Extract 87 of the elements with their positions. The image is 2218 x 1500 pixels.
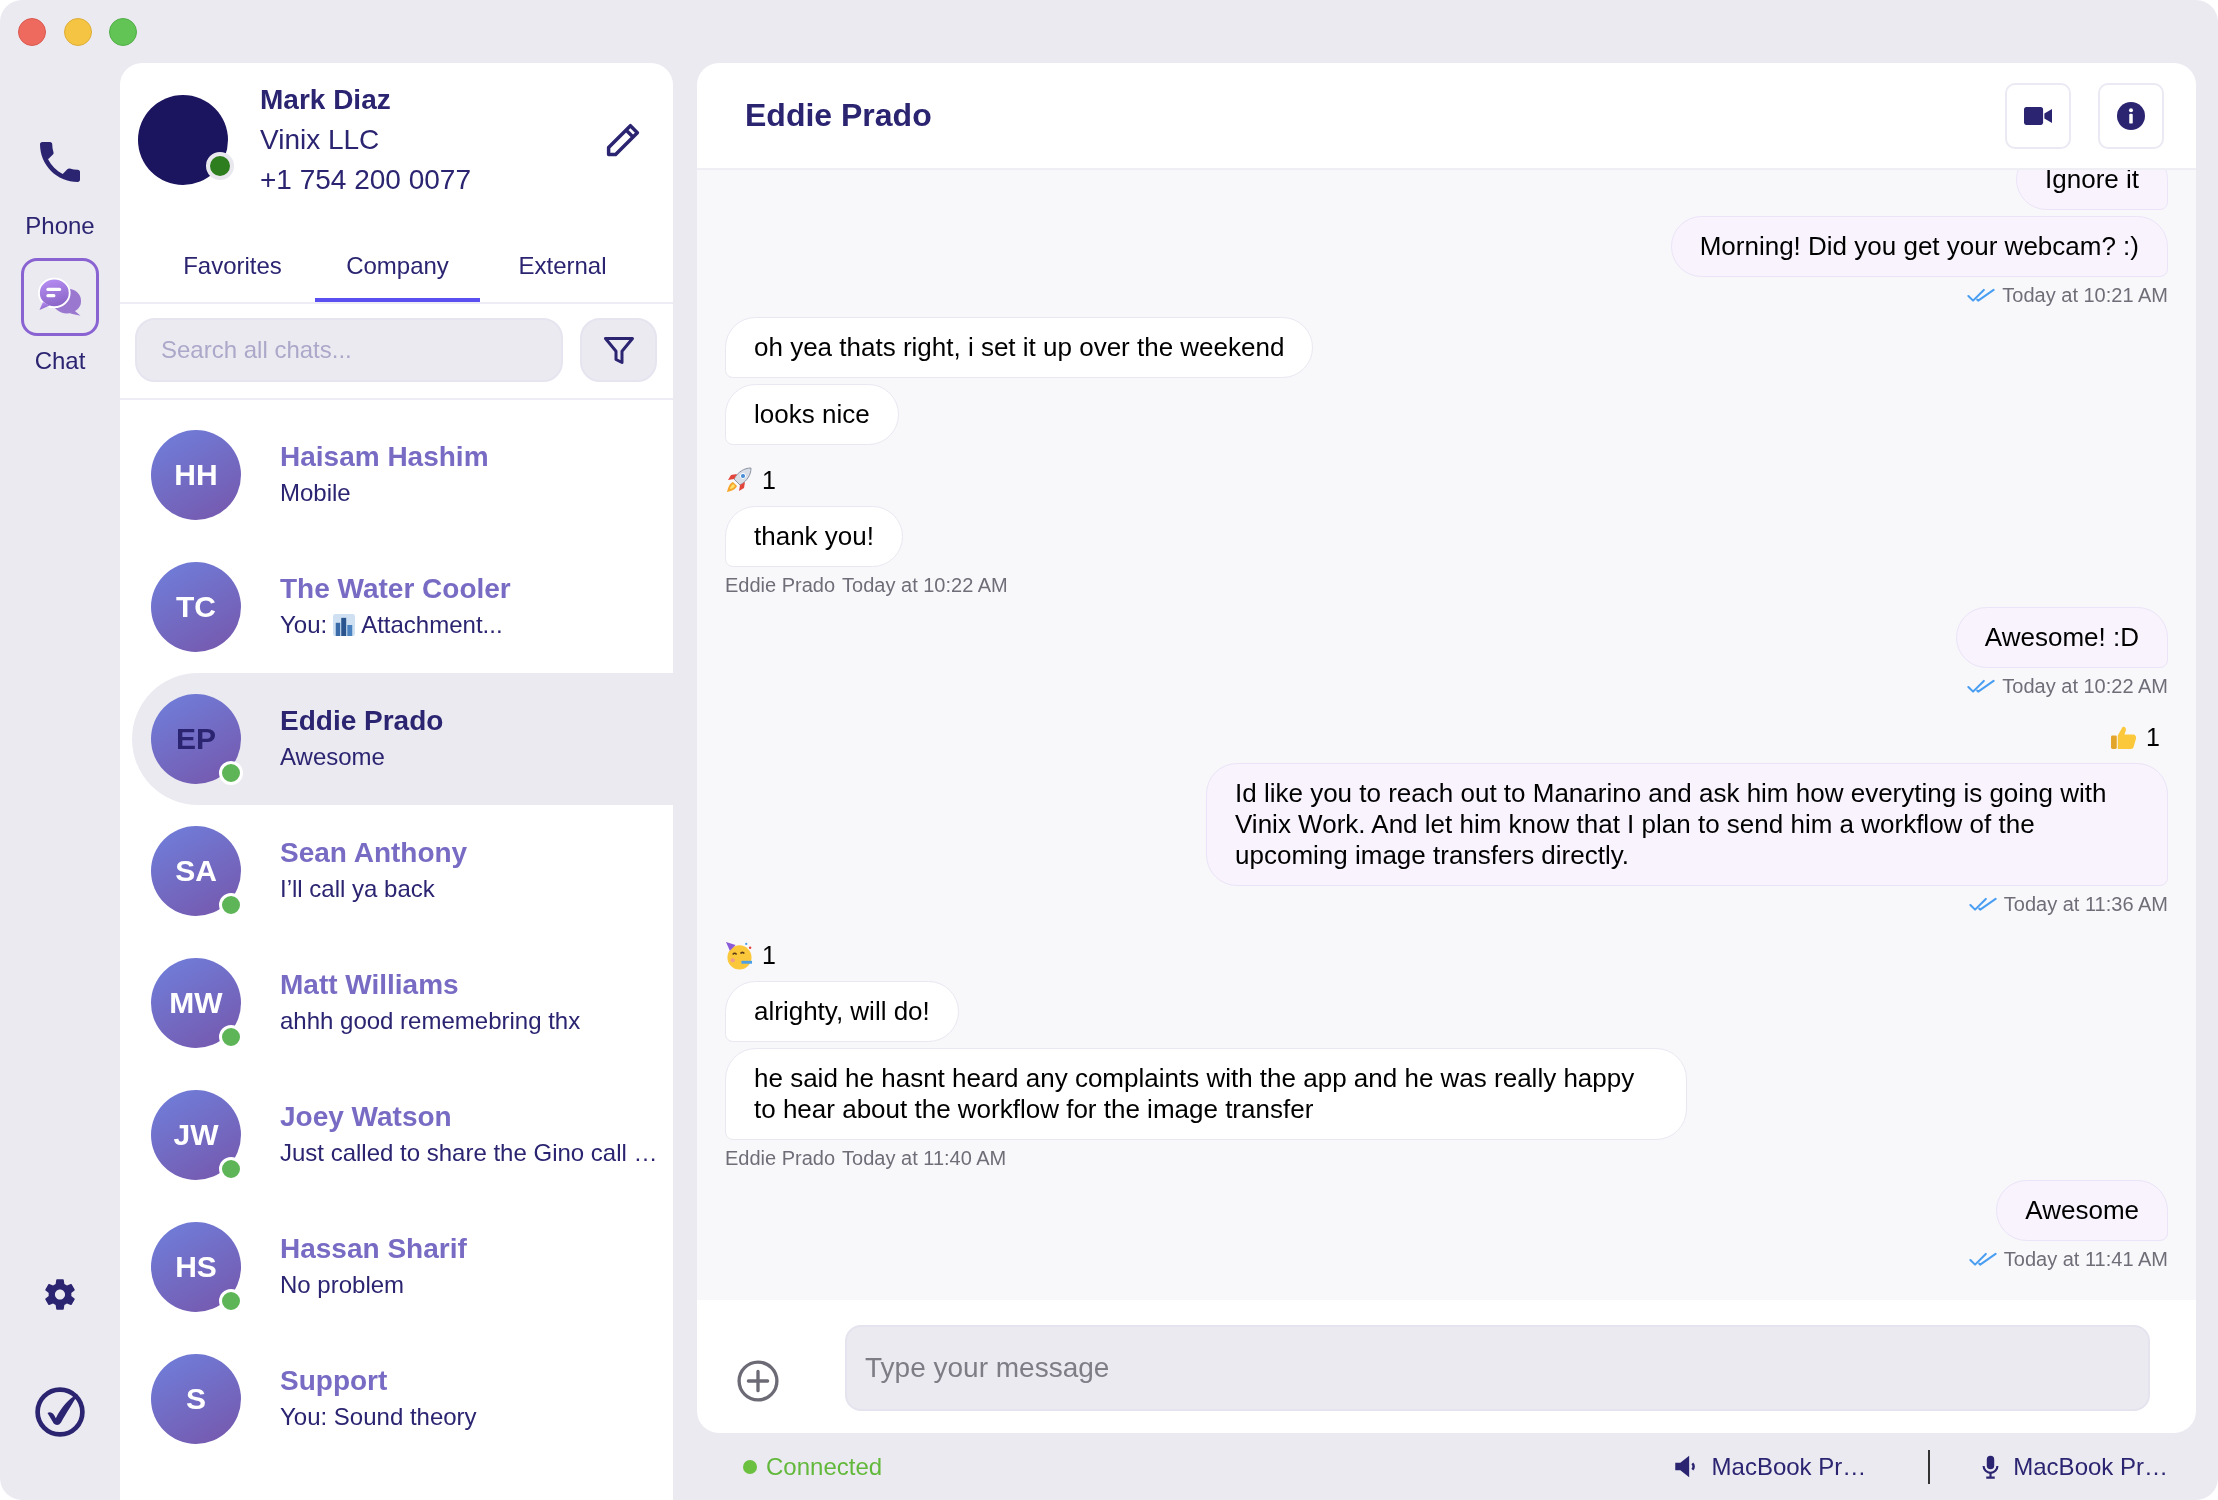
message-preview: Just called to share the Gino call …	[280, 1138, 658, 1168]
thumbs-up-icon	[2111, 724, 2138, 750]
message-bubble: he said he hasnt heard any complaints with the app and he was really happy to hear about the workflow for the image transfer	[725, 1048, 1687, 1140]
contact-name: Joey Watson	[280, 1100, 452, 1134]
party-face-icon	[725, 940, 753, 970]
message-bubble: oh yea thats right, i set it up over the weekend	[725, 317, 1314, 378]
phone-number: +1 754 200 0077	[260, 163, 471, 197]
check-circle-icon	[35, 1387, 85, 1437]
reaction-count: 1	[762, 940, 776, 970]
contact-avatar: MW	[151, 958, 241, 1048]
video-call-button[interactable]	[2005, 82, 2071, 149]
message-bubble: alrighty, will do!	[725, 981, 959, 1042]
message-time: Today at 10:21 AM	[2002, 283, 2168, 308]
contact-name: Haisam Hashim	[280, 440, 489, 474]
message-bubble: Id like you to reach out to Manarino and ask him how everyting is going with Vinix Work. And let him know that I plan to send him a workflow of the upcoming image transfers directly.	[1206, 763, 2168, 886]
message-time: Today at 11:41 AM	[2003, 1247, 2168, 1272]
tab[interactable]: Company	[315, 240, 480, 302]
chat-list-item[interactable]: S Support You: Sound theory	[132, 1333, 673, 1465]
connection-status: Connected	[766, 1452, 883, 1481]
user-name: Mark Diaz	[260, 83, 391, 117]
rocket-icon	[725, 466, 753, 494]
contact-name: Hassan Sharif	[280, 1232, 467, 1266]
message-time: Today at 10:22 AM	[842, 573, 1008, 598]
nav-button[interactable]: Phone	[21, 123, 99, 239]
message-bubble: thank you!	[725, 506, 903, 567]
message-preview: I’ll call ya back	[280, 874, 435, 904]
chat-list-item[interactable]: SA Sean Anthony I’ll call ya back	[132, 805, 673, 937]
contact-avatar: JW	[151, 1090, 241, 1180]
message-bubble: Awesome	[1996, 1180, 2168, 1241]
sender-name: Eddie Prado	[725, 573, 836, 598]
reaction-count: 1	[2146, 722, 2160, 752]
settings-icon[interactable]	[45, 1279, 75, 1310]
tab[interactable]: Favorites	[150, 240, 315, 302]
microphone-icon	[1982, 1454, 2000, 1479]
search-field[interactable]: Search all chats...	[135, 318, 563, 382]
contact-avatar: SA	[151, 826, 241, 916]
attachment-label: Attachment...	[361, 610, 503, 640]
chat-list-item[interactable]: HS Hassan Sharif No problem	[132, 1201, 673, 1333]
cityscape-icon	[333, 614, 356, 636]
chat-list-item[interactable]: EP Eddie Prado Awesome	[132, 673, 673, 805]
chat-list-item[interactable]: TC The Water Cooler You: Attachment...	[132, 541, 673, 673]
microphone-device: MacBook Pr…	[2013, 1452, 2168, 1481]
phone-icon	[40, 142, 80, 182]
message-preview: You: Sound theory	[280, 1402, 477, 1432]
message-bubble: Awesome! :D	[1955, 607, 2168, 668]
contact-avatar: EP	[151, 694, 241, 784]
contact-name: Support	[280, 1364, 388, 1398]
chat-list-item[interactable]: MW Matt Williams ahhh good rememebring thx	[132, 937, 673, 1069]
chat-bubbles-icon	[21, 258, 99, 336]
info-button[interactable]	[2098, 82, 2164, 149]
contact-avatar: HH	[151, 430, 241, 520]
contact-avatar: HS	[151, 1222, 241, 1312]
message-preview: ahhh good rememebring thx	[280, 1006, 581, 1036]
filter-button[interactable]	[580, 318, 657, 382]
nav-button[interactable]: Chat	[21, 258, 99, 374]
message-preview: You:	[280, 610, 328, 640]
contact-avatar: TC	[151, 562, 241, 652]
message-time: Today at 11:40 AM	[842, 1146, 1007, 1171]
contact-name: Sean Anthony	[280, 836, 468, 870]
message-time: Today at 11:36 AM	[2003, 892, 2168, 917]
chat-list-item[interactable]: HH Haisam Hashim Mobile	[132, 409, 673, 541]
message-preview: No problem	[280, 1270, 405, 1300]
message-bubble: looks nice	[725, 384, 899, 445]
pencil-icon[interactable]	[606, 122, 640, 158]
reaction-count: 1	[762, 465, 776, 495]
speaker-device: MacBook Pr…	[1711, 1452, 1867, 1481]
message-preview: Awesome	[280, 742, 385, 772]
speaker-icon	[1673, 1455, 1698, 1478]
contact-name: Matt Williams	[280, 968, 459, 1002]
sender-name: Eddie Prado	[725, 1146, 836, 1171]
plus-circle-icon[interactable]	[737, 1360, 779, 1402]
filter-icon	[603, 336, 634, 364]
contact-avatar: S	[151, 1354, 241, 1444]
info-icon	[2117, 101, 2145, 130]
message-input[interactable]: Type your message	[845, 1325, 2150, 1411]
chat-title: Eddie Prado	[745, 97, 933, 134]
contact-name: The Water Cooler	[280, 572, 511, 606]
message-time: Today at 10:22 AM	[2002, 674, 2168, 699]
message-preview: Mobile	[280, 478, 351, 508]
message-bubble: Ignore it	[2016, 170, 2168, 210]
close-window-icon[interactable]	[18, 17, 46, 46]
video-camera-icon	[2024, 106, 2052, 125]
message-bubble: Morning! Did you get your webcam? :)	[1670, 216, 2168, 277]
chat-list-item[interactable]: JW Joey Watson Just called to share the Gino call …	[132, 1069, 673, 1201]
tab[interactable]: External	[480, 240, 645, 302]
contact-name: Eddie Prado	[280, 704, 444, 738]
company-name: Vinix LLC	[260, 123, 380, 157]
